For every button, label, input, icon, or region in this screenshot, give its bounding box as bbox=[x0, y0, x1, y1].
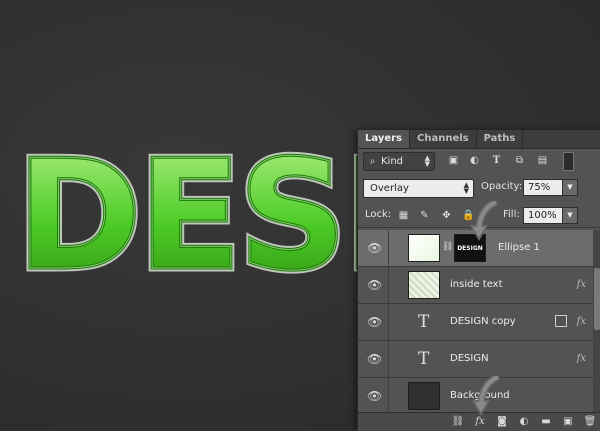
type-layer-icon: T bbox=[418, 312, 430, 332]
type-layer-icon: T bbox=[418, 349, 430, 369]
tab-layers[interactable]: Layers bbox=[358, 130, 409, 148]
visibility-eye-icon[interactable]: 👁 bbox=[367, 315, 382, 329]
tab-channels[interactable]: Channels bbox=[410, 130, 476, 148]
lock-image-pixels-icon[interactable]: ✎ bbox=[418, 209, 431, 222]
layer-row-design-copy[interactable]: 👁 T DESIGN copy fx bbox=[358, 304, 593, 341]
chevron-updown-icon: ▲ ▼ bbox=[463, 181, 469, 195]
layers-scrollbar[interactable] bbox=[593, 230, 600, 412]
scrollbar-thumb[interactable] bbox=[594, 268, 600, 330]
blend-mode-value: Overlay bbox=[370, 182, 409, 194]
fill-input[interactable]: 100% bbox=[523, 207, 563, 224]
new-adjustment-layer-icon[interactable]: ◐ bbox=[513, 415, 535, 429]
fill-dropdown-button[interactable]: ▼ bbox=[562, 207, 578, 224]
layer-name[interactable]: DESIGN copy bbox=[450, 316, 516, 327]
blend-mode-select[interactable]: Overlay ▲ ▼ bbox=[363, 178, 474, 198]
layer-thumbnail bbox=[408, 271, 440, 299]
kind-filter-label: Kind bbox=[381, 155, 404, 167]
layer-row-design[interactable]: 👁 T DESIGN fx bbox=[358, 341, 593, 378]
visibility-eye-icon[interactable]: 👁 bbox=[367, 389, 382, 403]
clipping-mask-icon bbox=[555, 315, 567, 327]
svg-text:DESI: DESI bbox=[16, 127, 361, 290]
layer-name[interactable]: inside text bbox=[450, 279, 503, 290]
opacity-label: Opacity: bbox=[481, 181, 523, 192]
layer-name[interactable]: Ellipse 1 bbox=[498, 242, 540, 253]
fx-badge-icon[interactable]: fx bbox=[577, 316, 586, 327]
type-filter-icon[interactable]: T bbox=[490, 154, 503, 167]
chain-link-icon[interactable]: ⛓ bbox=[442, 242, 453, 252]
lock-position-icon[interactable]: ✥ bbox=[440, 209, 453, 222]
fx-badge-icon[interactable]: fx bbox=[577, 353, 586, 364]
chevron-updown-icon: ▲ ▼ bbox=[424, 154, 430, 168]
new-layer-icon[interactable]: ▣ bbox=[557, 415, 579, 429]
new-group-icon[interactable]: ▬ bbox=[535, 415, 557, 429]
pixel-filter-icon[interactable]: ▣ bbox=[447, 154, 460, 167]
link-layers-icon[interactable]: ⛓ bbox=[447, 415, 469, 429]
filter-row: ⌕ Kind ▲ ▼ ▣ ◐ T ⧉ ▤ bbox=[358, 150, 600, 172]
visibility-eye-icon[interactable]: 👁 bbox=[367, 278, 382, 292]
panel-tabs: Layers Channels Paths bbox=[358, 130, 600, 149]
shape-filter-icon[interactable]: ⧉ bbox=[513, 154, 526, 167]
smart-object-filter-icon[interactable]: ▤ bbox=[536, 154, 549, 167]
layer-name[interactable]: DESIGN bbox=[450, 353, 489, 364]
opacity-dropdown-button[interactable]: ▼ bbox=[562, 179, 578, 196]
trash-icon[interactable]: 🗑 bbox=[579, 415, 600, 429]
blend-row: Overlay ▲ ▼ Opacity: 75% ▼ bbox=[358, 177, 600, 199]
visibility-eye-icon[interactable]: 👁 bbox=[367, 241, 382, 255]
layer-row-inside-text[interactable]: 👁 inside text fx bbox=[358, 267, 593, 304]
annotation-arrow-add-mask bbox=[472, 376, 500, 416]
kind-filter-select[interactable]: ⌕ Kind ▲ ▼ bbox=[363, 151, 435, 171]
lock-label: Lock: bbox=[365, 209, 392, 220]
opacity-input[interactable]: 75% bbox=[523, 179, 563, 196]
filter-toggle-switch[interactable] bbox=[563, 152, 574, 171]
tab-paths[interactable]: Paths bbox=[477, 130, 523, 148]
search-icon: ⌕ bbox=[369, 155, 376, 167]
mask-text: DESIGN bbox=[457, 244, 483, 252]
layer-thumbnail bbox=[408, 234, 440, 262]
adjustment-filter-icon[interactable]: ◐ bbox=[468, 154, 481, 167]
design-3d-text-artwork: DESI DESI DESI bbox=[16, 124, 361, 291]
layer-thumbnail bbox=[408, 382, 440, 410]
annotation-arrow-mask-icon bbox=[470, 201, 498, 241]
lock-transparent-pixels-icon[interactable]: ▦ bbox=[397, 209, 410, 222]
fill-label: Fill: bbox=[503, 209, 520, 220]
visibility-eye-icon[interactable]: 👁 bbox=[367, 352, 382, 366]
fx-badge-icon[interactable]: fx bbox=[577, 279, 586, 290]
